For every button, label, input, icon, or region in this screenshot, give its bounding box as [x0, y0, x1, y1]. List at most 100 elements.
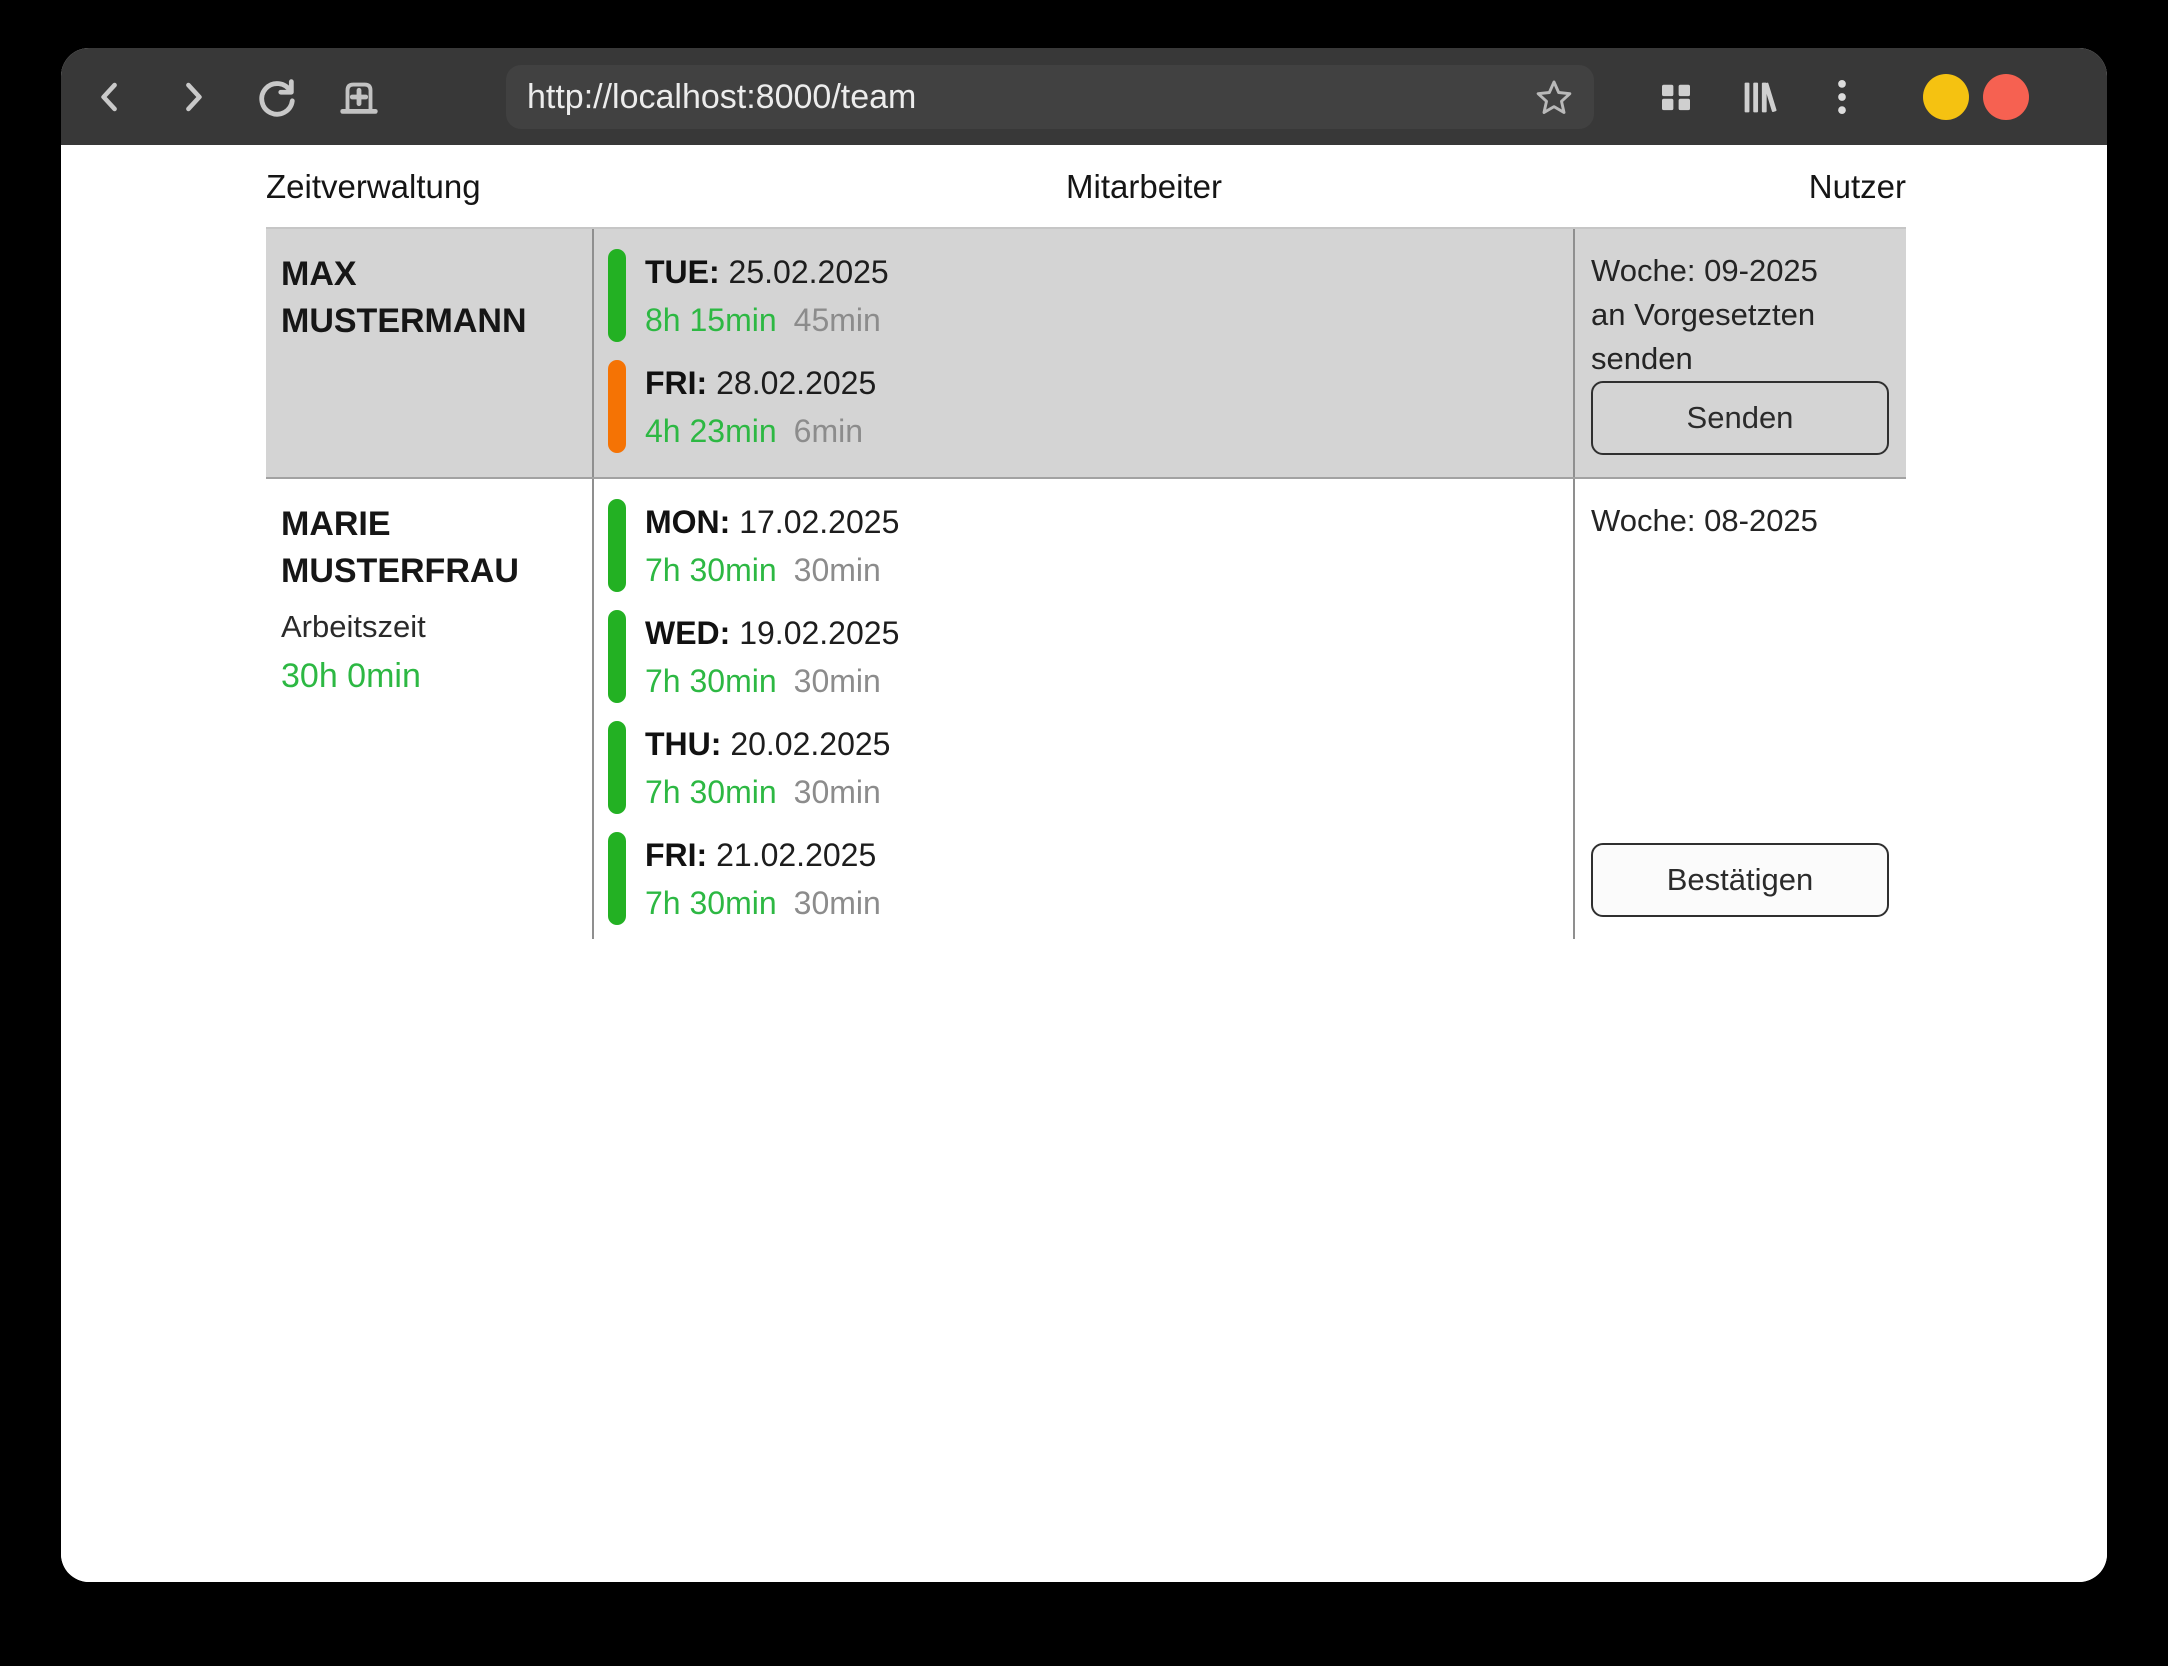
- time-entry: TUE: 25.02.2025 8h 15min 45min: [608, 249, 1573, 342]
- entry-day: FRI:: [645, 837, 707, 873]
- time-entries-cell: TUE: 25.02.2025 8h 15min 45min FRI: 28.02.2…: [592, 229, 1575, 477]
- entry-date-line: MON: 17.02.2025: [645, 502, 899, 542]
- employee-name: MAX: [281, 251, 582, 298]
- table-row: MAXMUSTERMANN TUE: 25.02.2025 8h 15min 45mi…: [266, 227, 1906, 479]
- entry-date: 17.02.2025: [739, 504, 899, 540]
- work-duration: 4h 23min: [645, 411, 777, 451]
- entry-date-line: FRI: 21.02.2025: [645, 835, 881, 875]
- tab-overview-button[interactable]: [1652, 73, 1700, 121]
- table-row: MARIEMUSTERFRAUArbeitszeit30h 0minMON: 1…: [266, 479, 1906, 939]
- entry-date-line: TUE: 25.02.2025: [645, 252, 889, 292]
- work-duration: 8h 15min: [645, 300, 777, 340]
- employee-name: MUSTERFRAU: [281, 548, 582, 595]
- worktime-label: Arbeitszeit: [281, 607, 582, 647]
- entry-day: FRI:: [645, 365, 707, 401]
- entry-day: TUE:: [645, 254, 720, 290]
- entry-time-line: 7h 30min 30min: [645, 550, 899, 590]
- bookmark-star-icon: [1534, 77, 1574, 117]
- week-cell: Woche: 09-2025an VorgesetztensendenSende…: [1575, 229, 1906, 477]
- week-cell: Woche: 08-2025 Bestätigen: [1575, 479, 1906, 939]
- time-entry-text: TUE: 25.02.2025 8h 15min 45min: [645, 249, 889, 342]
- new-tab-icon: [336, 74, 382, 120]
- menu-button[interactable]: [1818, 73, 1866, 121]
- entry-day: MON:: [645, 504, 730, 540]
- employee-name: MUSTERMANN: [281, 298, 582, 345]
- window-close-button[interactable]: [1983, 74, 2029, 120]
- forward-icon: [171, 75, 215, 119]
- status-bar-orange: [608, 360, 626, 453]
- entry-date-line: WED: 19.02.2025: [645, 613, 899, 653]
- entry-date: 21.02.2025: [716, 837, 876, 873]
- tab-grid-icon: [1655, 76, 1697, 118]
- time-entry: MON: 17.02.2025 7h 30min 30min: [608, 499, 1573, 592]
- url-text: http://localhost:8000/team: [527, 65, 1532, 129]
- entry-date-line: THU: 20.02.2025: [645, 724, 890, 764]
- entry-day: WED:: [645, 615, 730, 651]
- week-label: senden: [1591, 337, 1889, 381]
- employee-table: MAXMUSTERMANN TUE: 25.02.2025 8h 15min 45mi…: [266, 227, 1906, 939]
- menu-kebab-icon: [1821, 76, 1863, 118]
- time-entry: FRI: 28.02.2025 4h 23min 6min: [608, 360, 1573, 453]
- send-button[interactable]: Senden: [1591, 381, 1889, 455]
- desktop-background: http://localhost:8000/team: [0, 0, 2168, 1666]
- worktime-total: 30h 0min: [281, 655, 582, 697]
- time-entry-text: THU: 20.02.2025 7h 30min 30min: [645, 721, 890, 814]
- url-bar[interactable]: http://localhost:8000/team: [506, 65, 1594, 129]
- entry-date: 25.02.2025: [729, 254, 889, 290]
- library-button[interactable]: [1735, 73, 1783, 121]
- status-bar-green: [608, 249, 626, 342]
- nav-link-mitarbeiter[interactable]: Mitarbeiter: [1066, 168, 1222, 206]
- time-entry: FRI: 21.02.2025 7h 30min 30min: [608, 832, 1573, 925]
- employee-name: MARIE: [281, 501, 582, 548]
- week-label: Woche: 09-2025: [1591, 249, 1889, 293]
- work-duration: 7h 30min: [645, 550, 777, 590]
- page-content: Zeitverwaltung Mitarbeiter Nutzer MAXMUS…: [61, 145, 2107, 1582]
- break-duration: 30min: [794, 772, 881, 812]
- break-duration: 30min: [794, 550, 881, 590]
- break-duration: 45min: [794, 300, 881, 340]
- status-bar-green: [608, 832, 626, 925]
- status-bar-green: [608, 721, 626, 814]
- work-duration: 7h 30min: [645, 772, 777, 812]
- entry-date: 19.02.2025: [739, 615, 899, 651]
- time-entries-cell: MON: 17.02.2025 7h 30min 30min WED: 19.02.2…: [592, 479, 1575, 939]
- entry-date-line: FRI: 28.02.2025: [645, 363, 876, 403]
- nav-link-nutzer[interactable]: Nutzer: [1809, 168, 1906, 206]
- status-bar-green: [608, 610, 626, 703]
- week-label: an Vorgesetzten: [1591, 293, 1889, 337]
- back-icon: [88, 75, 132, 119]
- forward-button[interactable]: [169, 73, 217, 121]
- week-label: Woche: 08-2025: [1591, 499, 1889, 543]
- time-entry: WED: 19.02.2025 7h 30min30min: [608, 610, 1573, 703]
- work-duration: 7h 30min: [645, 883, 777, 923]
- entry-time-line: 8h 15min 45min: [645, 300, 889, 340]
- bookmark-button[interactable]: [1532, 75, 1576, 119]
- employee-name-cell: MAXMUSTERMANN: [266, 229, 592, 477]
- new-tab-button[interactable]: [335, 73, 383, 121]
- time-entry-text: FRI: 21.02.2025 7h 30min 30min: [645, 832, 881, 925]
- reload-button[interactable]: [252, 73, 300, 121]
- top-navigation: Zeitverwaltung Mitarbeiter Nutzer: [266, 161, 1906, 213]
- time-entry-text: MON: 17.02.2025 7h 30min 30min: [645, 499, 899, 592]
- entry-date: 28.02.2025: [716, 365, 876, 401]
- browser-window: http://localhost:8000/team: [61, 48, 2107, 1582]
- back-button[interactable]: [86, 73, 134, 121]
- library-icon: [1736, 74, 1782, 120]
- window-minimize-button[interactable]: [1923, 74, 1969, 120]
- entry-time-line: 7h 30min30min: [645, 661, 899, 701]
- entry-day: THU:: [645, 726, 721, 762]
- reload-icon: [253, 74, 299, 120]
- entry-time-line: 4h 23min 6min: [645, 411, 876, 451]
- browser-toolbar: http://localhost:8000/team: [61, 48, 2107, 145]
- confirm-button[interactable]: Bestätigen: [1591, 843, 1889, 917]
- entry-time-line: 7h 30min 30min: [645, 883, 881, 923]
- nav-link-zeitverwaltung[interactable]: Zeitverwaltung: [266, 168, 481, 206]
- employee-name-cell: MARIEMUSTERFRAU Arbeitszeit 30h 0min: [266, 479, 592, 939]
- time-entry-text: FRI: 28.02.2025 4h 23min 6min: [645, 360, 876, 453]
- entry-date: 20.02.2025: [730, 726, 890, 762]
- time-entry-text: WED: 19.02.2025 7h 30min30min: [645, 610, 899, 703]
- break-duration: 30min: [794, 883, 881, 923]
- break-duration: 6min: [794, 411, 863, 451]
- window-controls: [1923, 74, 2029, 120]
- time-entry: THU: 20.02.2025 7h 30min 30min: [608, 721, 1573, 814]
